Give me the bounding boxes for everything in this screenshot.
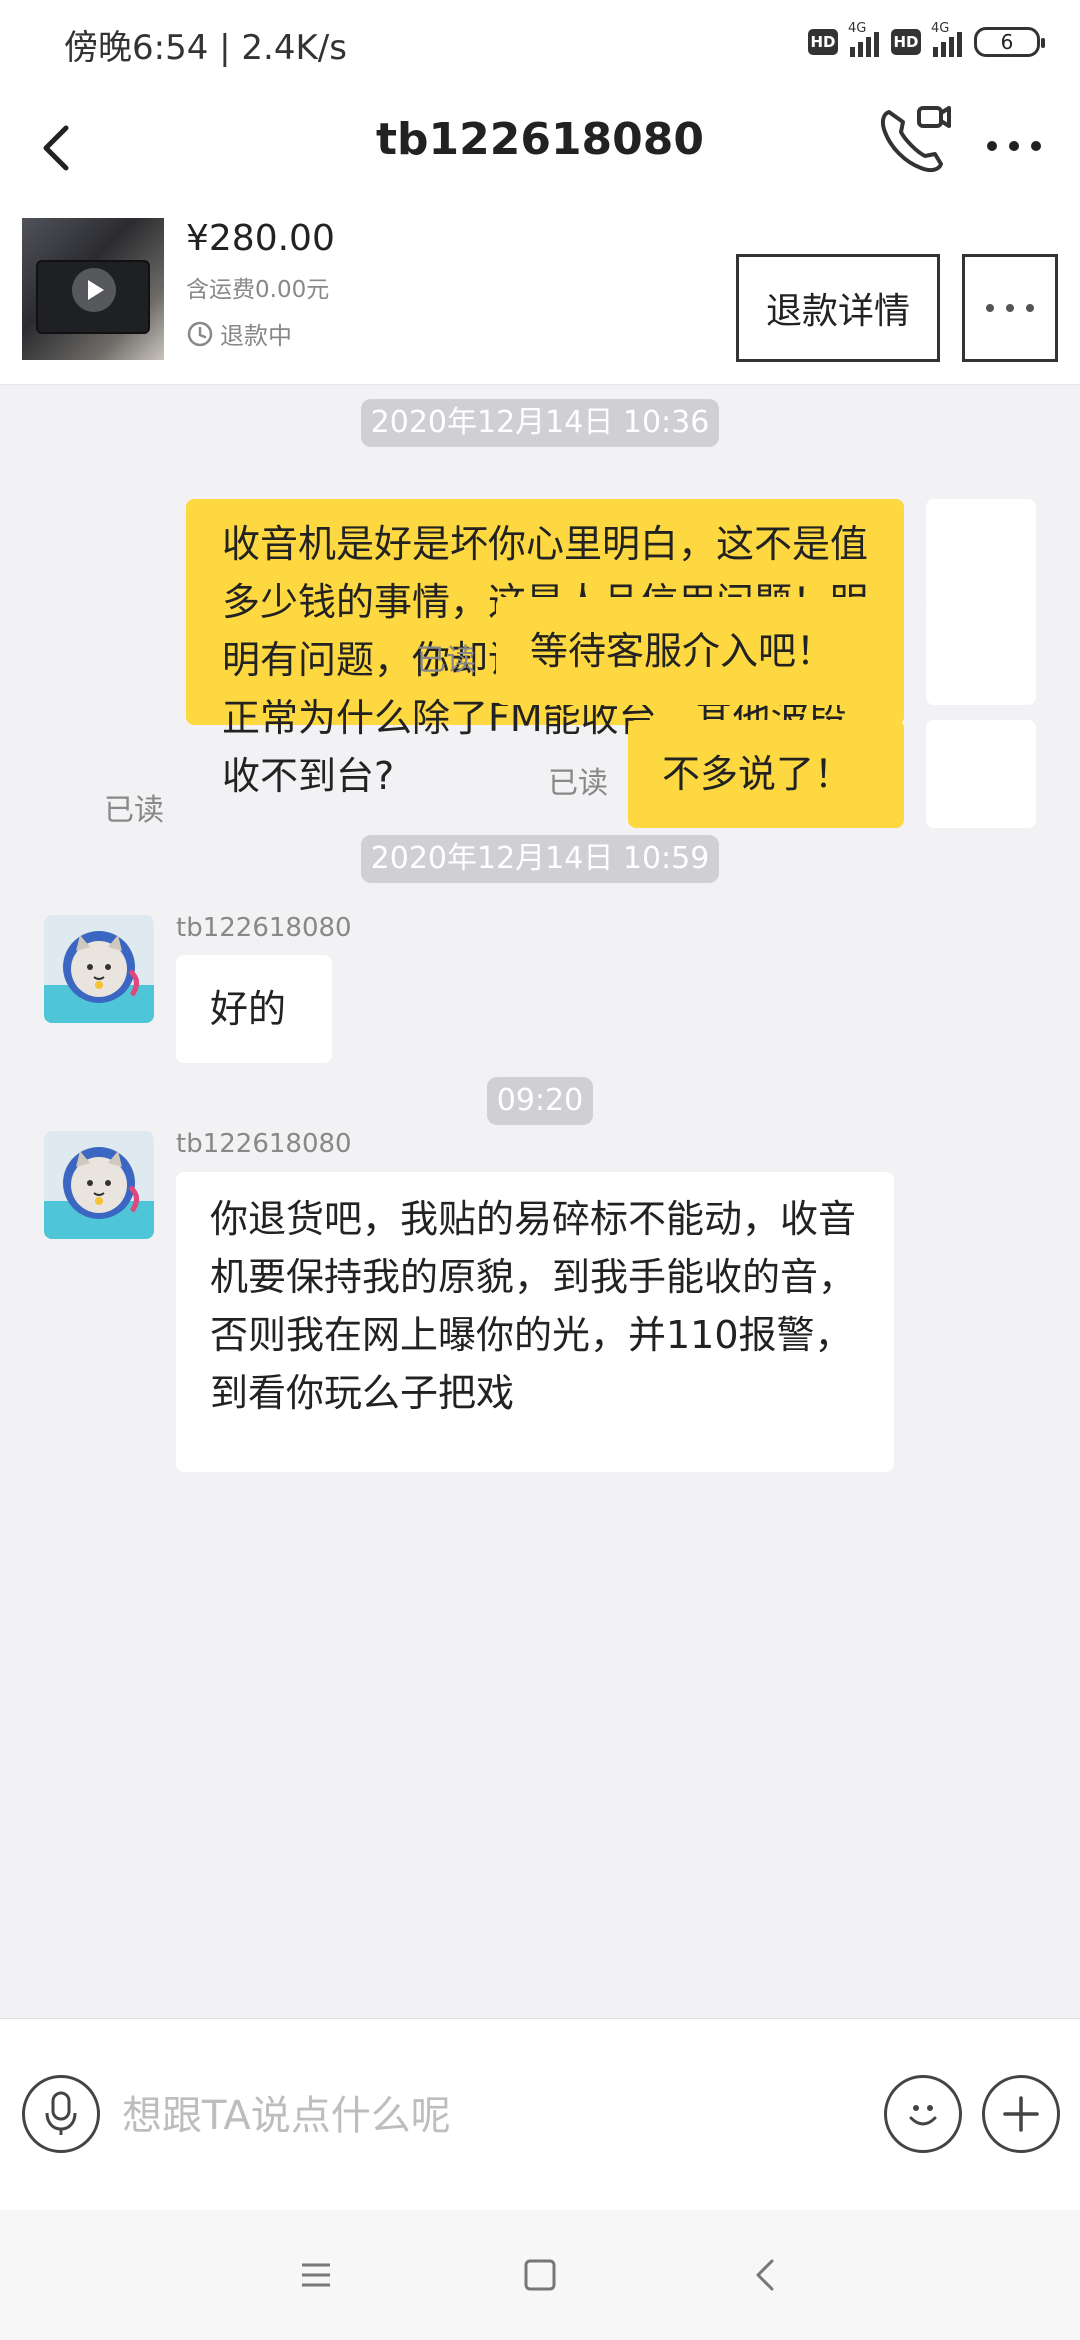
- message-bubble-sent[interactable]: 等待客服介入吧！: [496, 597, 904, 705]
- call-button[interactable]: [875, 98, 955, 178]
- plus-icon: [1003, 2096, 1039, 2132]
- message-bubble-received[interactable]: 好的: [176, 955, 332, 1063]
- recent-apps-button[interactable]: [286, 2245, 346, 2305]
- video-call-icon: [880, 106, 951, 173]
- status-bar: 傍晚6:54 | 2.4K/s HD 4G HD 4G 6: [0, 0, 1080, 84]
- message-input[interactable]: 想跟TA说点什么呢: [122, 2083, 451, 2141]
- square-icon: [524, 2259, 556, 2291]
- message-input-bar: 想跟TA说点什么呢: [0, 2018, 1080, 2211]
- my-avatar[interactable]: [926, 499, 1036, 607]
- menu-icon: [302, 2263, 330, 2287]
- contact-avatar[interactable]: [44, 915, 154, 1023]
- emoji-button[interactable]: [884, 2075, 962, 2153]
- chat-messages[interactable]: 2020年12月14日 10:36 已读 收音机是好是坏你心里明白，这不是值多少…: [0, 385, 1080, 2018]
- network-type-1: 4G: [848, 21, 867, 36]
- chat-header: tb122618080: [0, 84, 1080, 212]
- add-attachment-button[interactable]: [982, 2075, 1060, 2153]
- clock-icon: [187, 321, 213, 346]
- sender-name: tb122618080: [176, 1129, 352, 1159]
- timestamp: 2020年12月14日 10:59: [360, 835, 720, 883]
- play-icon: [72, 268, 116, 312]
- more-horizontal-icon: [986, 304, 1034, 312]
- product-more-button[interactable]: [962, 254, 1058, 362]
- message-bubble-sent[interactable]: 不多说了！: [628, 720, 904, 828]
- signal-icon-1: 4G: [848, 21, 879, 57]
- timestamp: 09:20: [486, 1077, 594, 1125]
- product-price: ¥280.00: [186, 218, 335, 259]
- more-options-button[interactable]: [980, 114, 1050, 178]
- cat-avatar-icon: [44, 931, 154, 1023]
- status-icons: HD 4G HD 4G 6: [808, 21, 1045, 62]
- hd-badge-1: HD: [808, 29, 838, 55]
- microphone-icon: [45, 2091, 77, 2135]
- read-receipt: 已读: [416, 643, 476, 678]
- message-bubble-received[interactable]: 你退货吧，我贴的易碎标不能动，收音机要保持我的原貌，到我手能收的音，否则我在网上…: [176, 1172, 894, 1472]
- battery-icon: 6: [974, 27, 1045, 57]
- order-product-bar: ¥280.00 含运费0.00元 退款中 退款详情: [0, 212, 1080, 385]
- refund-detail-button[interactable]: 退款详情: [736, 254, 940, 362]
- network-type-2: 4G: [931, 21, 950, 36]
- timestamp-row: 09:20: [0, 1077, 1080, 1125]
- home-button[interactable]: [510, 2245, 570, 2305]
- timestamp-row: 2020年12月14日 10:59: [0, 835, 1080, 883]
- timestamp: 2020年12月14日 10:36: [360, 399, 720, 447]
- contact-avatar[interactable]: [44, 1131, 154, 1239]
- system-back-button[interactable]: [736, 2245, 796, 2305]
- refund-status: 退款中: [186, 316, 292, 351]
- my-avatar[interactable]: [926, 720, 1036, 828]
- signal-icon-2: 4G: [931, 21, 962, 57]
- read-receipt: 已读: [104, 793, 164, 828]
- voice-button[interactable]: [22, 2075, 100, 2153]
- smile-icon: [909, 2105, 937, 2126]
- product-thumbnail[interactable]: [22, 218, 164, 360]
- sender-name: tb122618080: [176, 913, 352, 943]
- shipping-fee: 含运费0.00元: [186, 277, 330, 303]
- status-time: 傍晚6:54 | 2.4K/s: [64, 28, 347, 68]
- more-horizontal-icon: [987, 141, 1041, 151]
- timestamp-row: 2020年12月14日 10:36: [0, 399, 1080, 447]
- refund-status-label: 退款中: [220, 322, 292, 350]
- read-receipt: 已读: [548, 766, 608, 801]
- cat-avatar-icon: [44, 1147, 154, 1239]
- hd-badge-2: HD: [891, 29, 921, 55]
- chevron-left-icon: [756, 2259, 774, 2291]
- my-avatar[interactable]: [926, 597, 1036, 705]
- system-nav-bar: [0, 2210, 1080, 2340]
